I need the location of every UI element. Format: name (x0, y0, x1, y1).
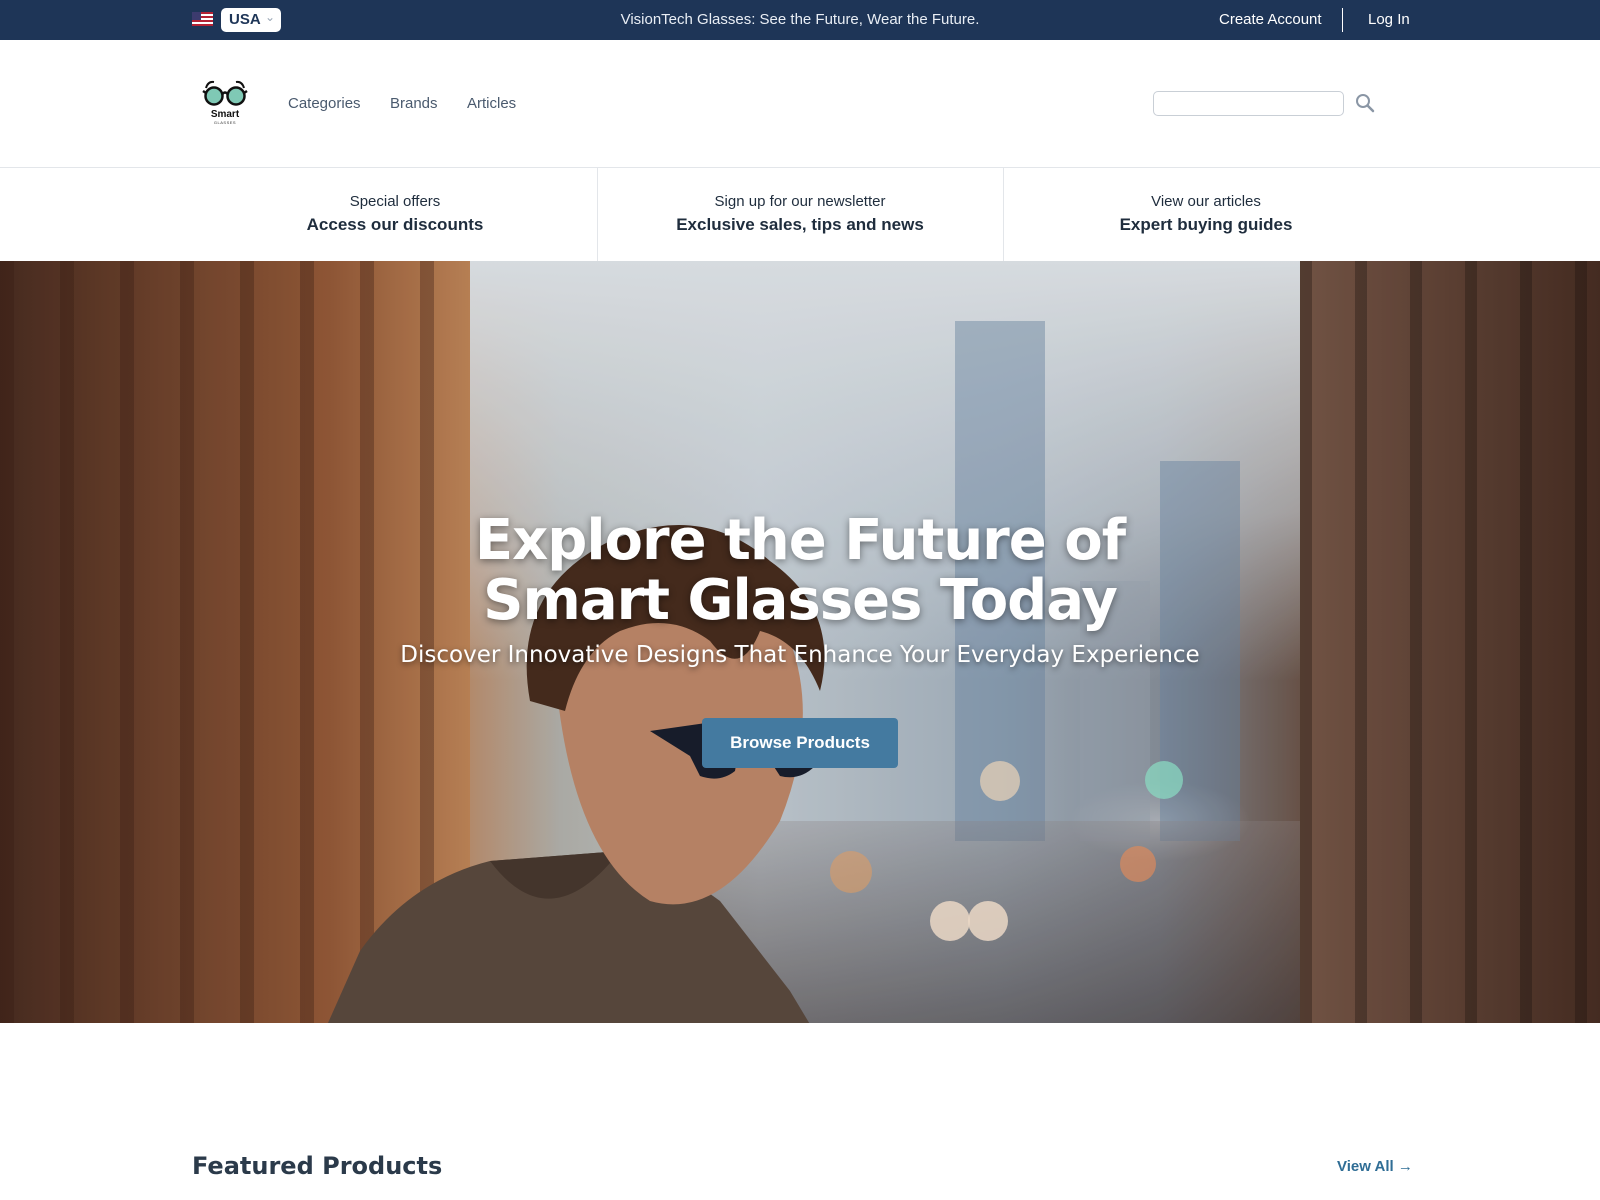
nav-articles[interactable]: Articles (467, 95, 516, 112)
browse-products-button[interactable]: Browse Products (702, 718, 898, 768)
top-bar-divider (1342, 8, 1343, 32)
top-bar-tagline: VisionTech Glasses: See the Future, Wear… (620, 11, 980, 28)
top-bar: USA ⌄ VisionTech Glasses: See the Future… (0, 0, 1600, 40)
create-account-link[interactable]: Create Account (1219, 11, 1322, 28)
hero-subtitle: Discover Innovative Designs That Enhance… (400, 642, 1200, 668)
promo-big-text: Access our discounts (306, 215, 484, 234)
view-all-link[interactable]: View All → (1337, 1158, 1413, 1175)
promo-big-text: Exclusive sales, tips and news (676, 215, 924, 234)
promo-big-text: Expert buying guides (1119, 215, 1293, 234)
search-icon[interactable] (1355, 93, 1375, 113)
site-logo[interactable]: Smart GLASSES (200, 78, 250, 128)
promo-divider (1003, 168, 1004, 261)
hero-banner: Explore the Future of Smart Glasses Toda… (0, 261, 1600, 1023)
promo-divider (597, 168, 598, 261)
promo-special-offers[interactable]: Special offers Access our discounts (195, 168, 595, 261)
glasses-logo-icon (202, 80, 248, 106)
nav-brands[interactable]: Brands (390, 95, 438, 112)
log-in-link[interactable]: Log In (1368, 11, 1410, 28)
promo-strip: Special offers Access our discounts Sign… (0, 168, 1600, 261)
promo-newsletter[interactable]: Sign up for our newsletter Exclusive sal… (600, 168, 1000, 261)
promo-small-text: View our articles (1151, 193, 1261, 210)
nav-categories[interactable]: Categories (288, 95, 361, 112)
hero-title: Explore the Future of Smart Glasses Toda… (474, 508, 1126, 633)
logo-subtext: GLASSES (213, 120, 237, 125)
site-header: Smart GLASSES Categories Brands Articles (0, 40, 1600, 168)
promo-small-text: Sign up for our newsletter (714, 193, 886, 210)
logo-text: Smart (210, 109, 240, 120)
search-input[interactable] (1153, 91, 1344, 116)
promo-articles[interactable]: View our articles Expert buying guides (1006, 168, 1406, 261)
featured-products-heading: Featured Products (192, 1152, 443, 1180)
promo-small-text: Special offers (349, 193, 441, 210)
